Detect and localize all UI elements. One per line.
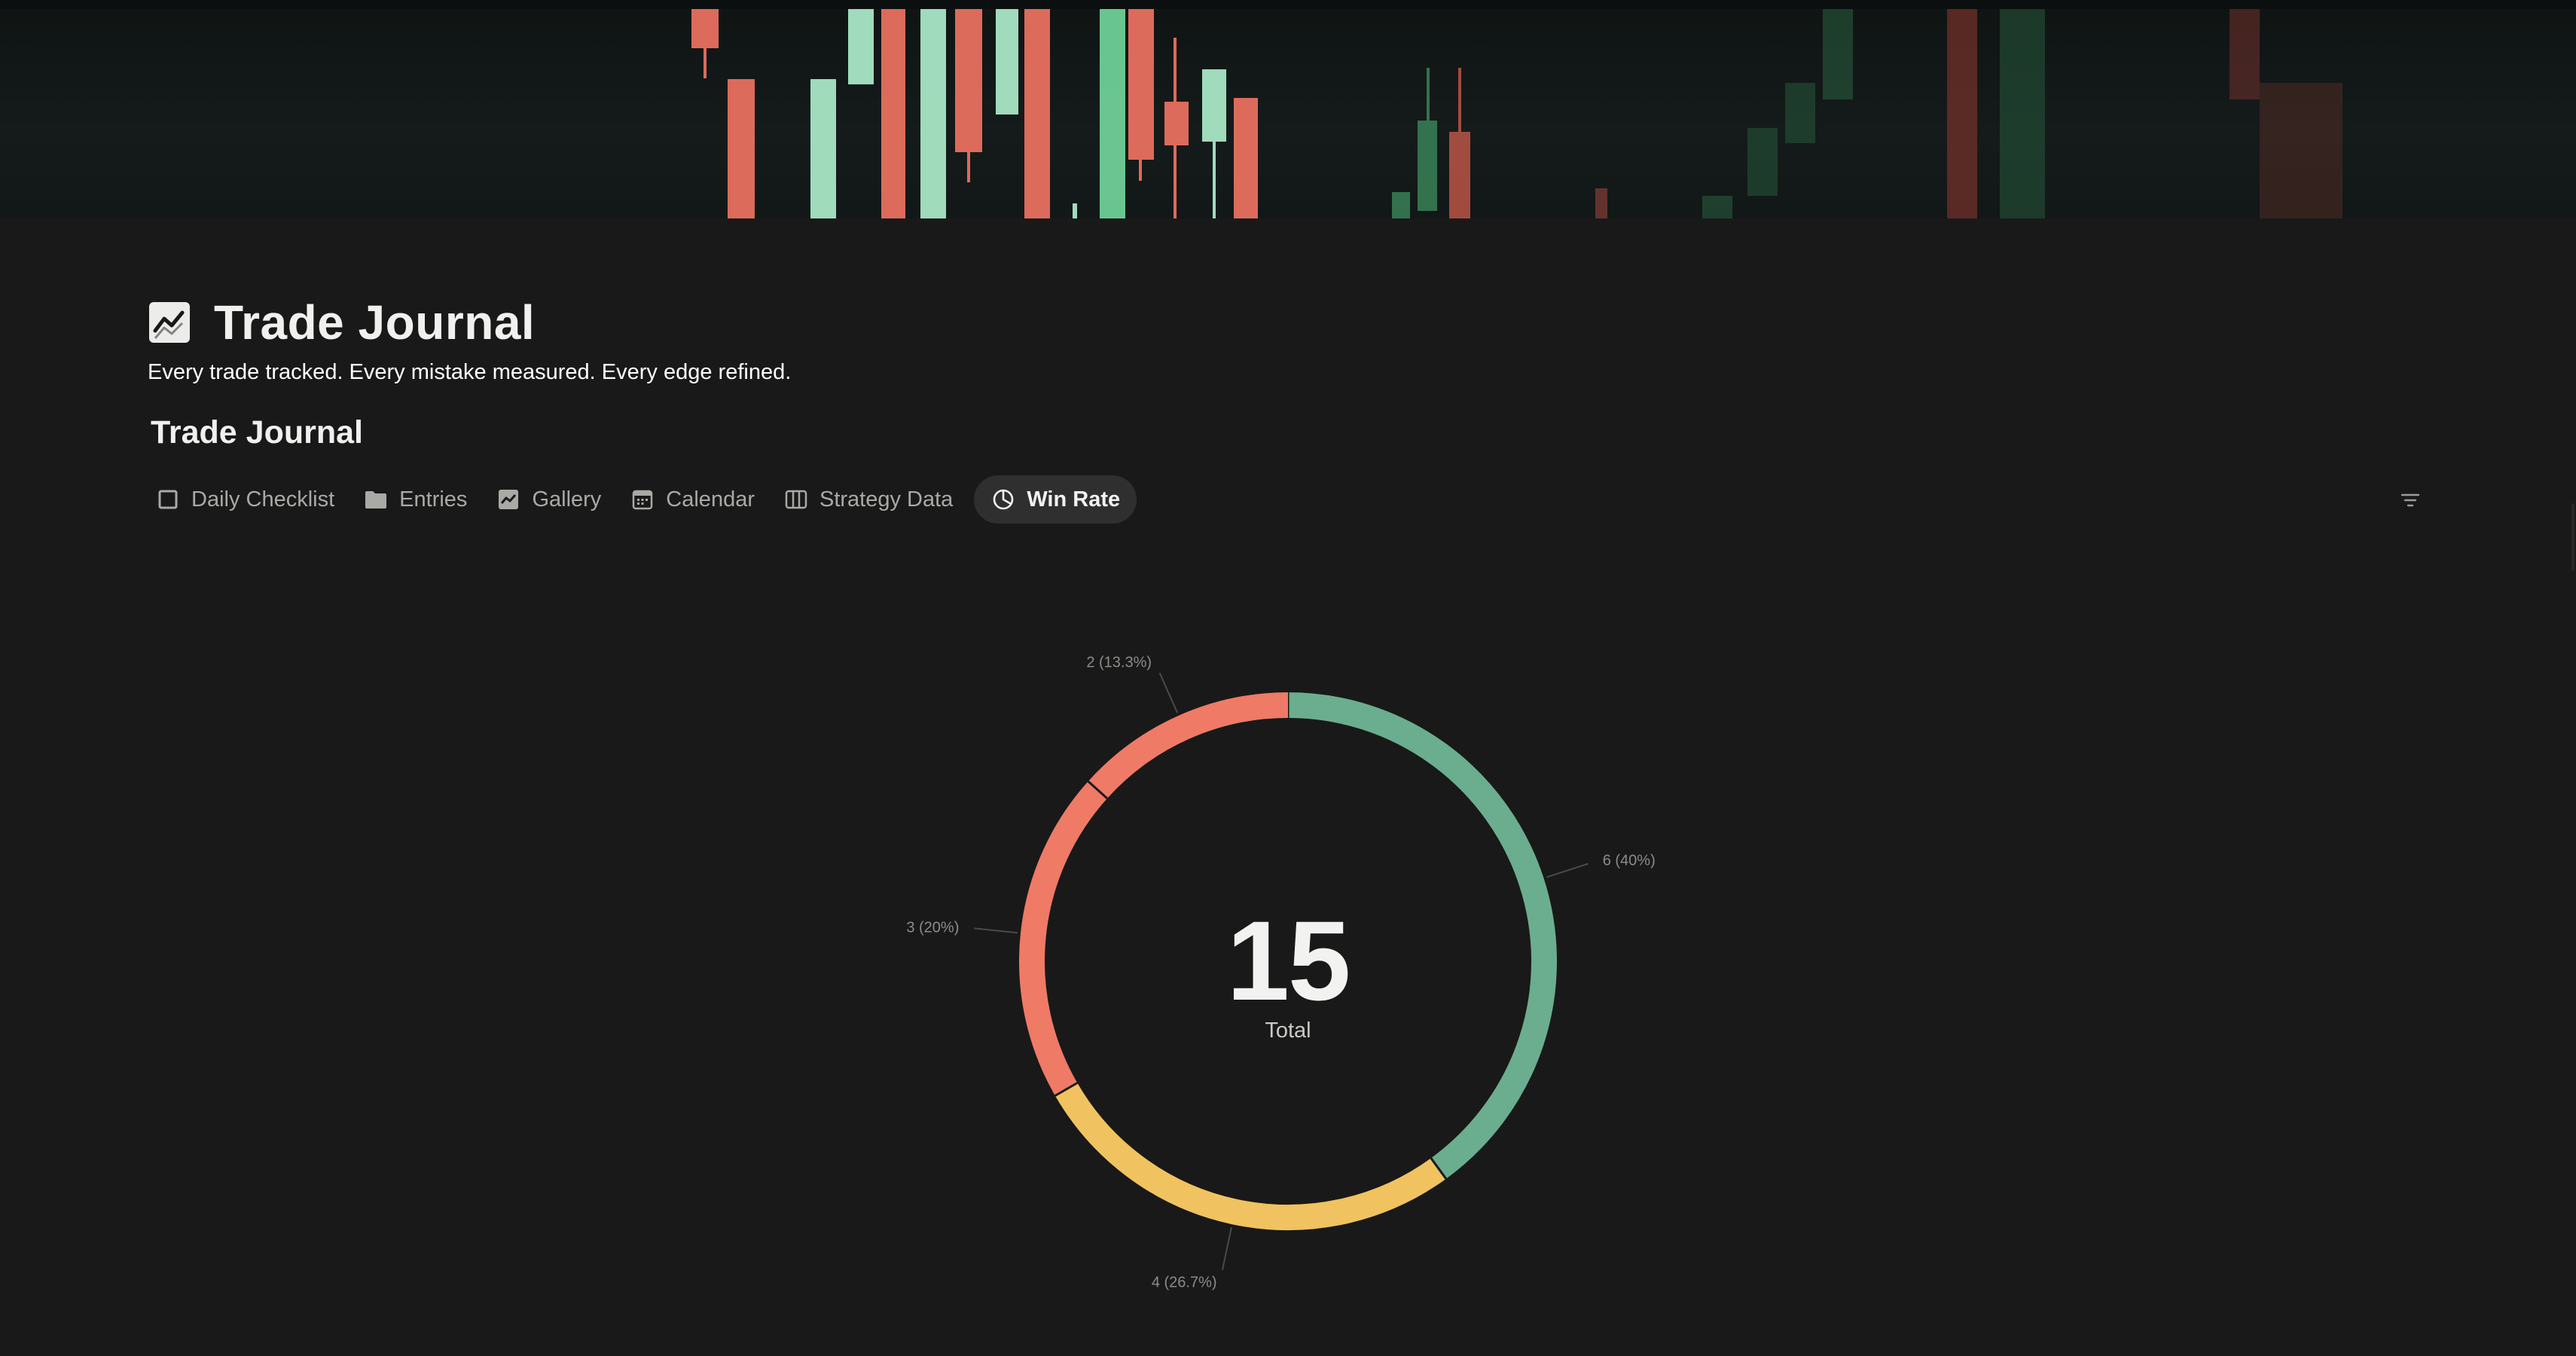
page-header: Trade Journal xyxy=(148,292,535,353)
tab-entries[interactable]: Entries xyxy=(356,475,484,524)
tab-label: Calendar xyxy=(666,487,755,512)
tab-gallery[interactable]: Gallery xyxy=(488,475,618,524)
tab-win-rate[interactable]: Win Rate xyxy=(974,475,1137,524)
slice-label: 4 (26.7%) xyxy=(1152,1274,1217,1290)
slice-leader-line xyxy=(1546,863,1589,878)
slice-label: 2 (13.3%) xyxy=(1086,655,1152,671)
folder-icon xyxy=(365,488,387,511)
filter-button[interactable] xyxy=(2395,487,2425,517)
tab-label: Daily Checklist xyxy=(191,487,335,512)
tab-label: Win Rate xyxy=(1027,487,1121,512)
tab-label: Strategy Data xyxy=(819,487,954,512)
slice-leader-line xyxy=(1221,1226,1232,1271)
pie-chart-icon xyxy=(992,488,1015,511)
calendar-icon xyxy=(631,488,654,511)
slice-leader-line xyxy=(1158,672,1179,713)
page-title: Trade Journal xyxy=(214,295,536,350)
filter-icon xyxy=(2401,493,2420,512)
view-tab-bar: Daily Checklist Entries Gallery Calendar… xyxy=(148,475,1141,524)
chart-center-total: 15 xyxy=(1226,897,1351,1024)
cover-image xyxy=(0,0,2576,218)
win-rate-chart: 6 (40%) 4 (26.7%) 3 (20%) 2 (13.3%) 15 Tota… xyxy=(829,618,1747,1296)
database-title[interactable]: Trade Journal xyxy=(151,410,363,455)
candlestick-cover-graphic xyxy=(0,0,2576,218)
page-subtitle: Every trade tracked. Every mistake measu… xyxy=(148,360,792,384)
tab-calendar[interactable]: Calendar xyxy=(622,475,771,524)
scrollbar[interactable] xyxy=(2571,503,2574,571)
chart-line-icon xyxy=(497,488,520,511)
donut-slice-3[interactable] xyxy=(1088,692,1289,799)
donut-slice-1[interactable] xyxy=(1055,1083,1446,1230)
chart-center-label: Total xyxy=(1265,1019,1311,1043)
tab-strategy-data[interactable]: Strategy Data xyxy=(776,475,969,524)
chart-line-icon[interactable] xyxy=(148,301,191,344)
tab-daily-checklist[interactable]: Daily Checklist xyxy=(148,475,351,524)
tab-label: Gallery xyxy=(532,487,602,512)
columns-icon xyxy=(785,488,807,511)
checkbox-icon xyxy=(157,488,179,511)
slice-label: 6 (40%) xyxy=(1603,853,1656,869)
tab-label: Entries xyxy=(399,487,468,512)
